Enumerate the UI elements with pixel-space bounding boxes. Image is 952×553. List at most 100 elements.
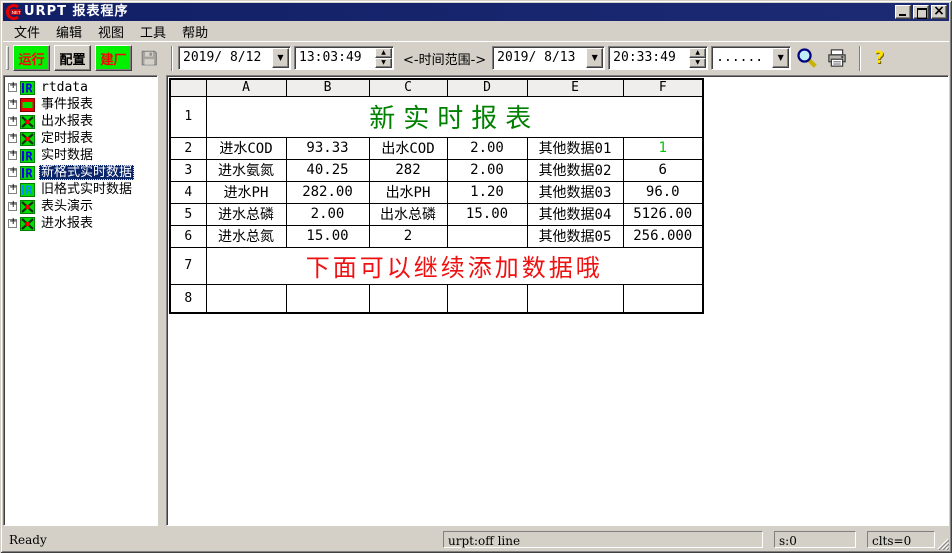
cell[interactable]: 96.0 [623,181,703,203]
spin-up-icon[interactable] [375,48,392,58]
cell[interactable] [206,284,286,313]
chevron-down-icon[interactable] [772,48,789,68]
cell[interactable]: 其他数据03 [527,181,623,203]
resize-grip[interactable] [936,537,949,550]
cell[interactable]: 出水总磷 [369,203,447,225]
row-header[interactable]: 5 [170,203,206,225]
cell[interactable]: 2.00 [286,203,369,225]
config-button[interactable]: 配置 [54,45,91,71]
column-header-c[interactable]: C [369,79,447,96]
cell[interactable]: 2.00 [447,137,527,159]
row-header[interactable]: 7 [170,247,206,284]
row-header[interactable]: 1 [170,96,206,137]
cell[interactable]: 出水PH [369,181,447,203]
maximize-button[interactable] [913,5,929,19]
column-header-f[interactable]: F [623,79,703,96]
cell[interactable]: 93.33 [286,137,369,159]
expand-plus-icon[interactable] [8,83,17,92]
end-time-spinner[interactable]: 20:33:49 [608,46,708,70]
panel-splitter[interactable] [158,75,166,526]
tree-item-timed-report[interactable]: 定时报表 [6,130,157,147]
row-header[interactable]: 8 [170,284,206,313]
toolbar-grip[interactable] [6,46,9,70]
row-header[interactable]: 2 [170,137,206,159]
expand-plus-icon[interactable] [8,151,17,160]
menu-file[interactable]: 文件 [6,21,48,42]
grid-corner-cell[interactable] [170,79,206,96]
start-time-spinner[interactable]: 13:03:49 [294,46,394,70]
cell[interactable]: 2 [369,225,447,247]
column-header-d[interactable]: D [447,79,527,96]
cell[interactable]: 2.00 [447,159,527,181]
row-header[interactable]: 3 [170,159,206,181]
cell[interactable]: 15.00 [447,203,527,225]
column-header-a[interactable]: A [206,79,286,96]
cell[interactable]: 40.25 [286,159,369,181]
cell[interactable] [286,284,369,313]
report-note-cell[interactable]: 下面可以继续添加数据哦 [206,247,703,284]
cell[interactable] [527,284,623,313]
close-button[interactable] [931,5,947,19]
cell[interactable]: 进水总氮 [206,225,286,247]
menu-tools[interactable]: 工具 [132,21,174,42]
tree-item-influent-report[interactable]: 进水报表 [6,215,157,232]
cell[interactable]: 15.00 [286,225,369,247]
spin-down-icon[interactable] [375,58,392,68]
tree-item-new-format-realtime[interactable]: R 新格式实时数据 [6,164,157,181]
cell[interactable]: 282.00 [286,181,369,203]
cell[interactable]: 6 [623,159,703,181]
menu-edit[interactable]: 编辑 [48,21,90,42]
cell[interactable]: 进水总磷 [206,203,286,225]
cell[interactable] [447,284,527,313]
cell[interactable]: 1 [623,137,703,159]
print-button[interactable] [824,46,850,70]
expand-plus-icon[interactable] [8,134,17,143]
expand-plus-icon[interactable] [8,168,17,177]
chevron-down-icon[interactable] [272,48,289,68]
minimize-button[interactable] [895,5,911,19]
run-button[interactable]: 运行 [13,45,50,71]
cell[interactable]: 256.000 [623,225,703,247]
cell[interactable] [369,284,447,313]
tree-item-old-format-realtime[interactable]: R 旧格式实时数据 [6,181,157,198]
filter-combobox[interactable]: ...... [711,46,791,70]
expand-plus-icon[interactable] [8,100,17,109]
report-title-cell[interactable]: 新实时报表 [206,96,703,137]
plant-button[interactable]: 建厂 [95,45,132,71]
spin-down-icon[interactable] [689,58,706,68]
save-button[interactable] [136,46,162,70]
tree-item-header-demo[interactable]: 表头演示 [6,198,157,215]
tree-item-rtdata[interactable]: R rtdata [6,79,157,96]
cell[interactable]: 进水氨氮 [206,159,286,181]
cell[interactable]: 其他数据05 [527,225,623,247]
cell[interactable]: 进水PH [206,181,286,203]
end-date-combobox[interactable]: 2019/ 8/13 [492,46,605,70]
expand-plus-icon[interactable] [8,219,17,228]
expand-plus-icon[interactable] [8,185,17,194]
cell[interactable]: 5126.00 [623,203,703,225]
cell[interactable]: 其他数据01 [527,137,623,159]
cell[interactable]: 1.20 [447,181,527,203]
cell[interactable]: 其他数据02 [527,159,623,181]
chevron-down-icon[interactable] [586,48,603,68]
cell[interactable] [623,284,703,313]
help-button[interactable]: ? [866,46,892,70]
cell[interactable]: 进水COD [206,137,286,159]
tree-item-effluent-report[interactable]: 出水报表 [6,113,157,130]
tree-item-event-report[interactable]: 事件报表 [6,96,157,113]
cell[interactable]: 282 [369,159,447,181]
column-header-e[interactable]: E [527,79,623,96]
cell[interactable]: 其他数据04 [527,203,623,225]
row-header[interactable]: 4 [170,181,206,203]
start-date-combobox[interactable]: 2019/ 8/12 [178,46,291,70]
expand-plus-icon[interactable] [8,202,17,211]
search-button[interactable] [794,46,820,70]
tree-item-realtime-data[interactable]: R 实时数据 [6,147,157,164]
menu-view[interactable]: 视图 [90,21,132,42]
menu-help[interactable]: 帮助 [174,21,216,42]
cell[interactable]: 出水COD [369,137,447,159]
row-header[interactable]: 6 [170,225,206,247]
spin-up-icon[interactable] [689,48,706,58]
expand-plus-icon[interactable] [8,117,17,126]
cell[interactable] [447,225,527,247]
